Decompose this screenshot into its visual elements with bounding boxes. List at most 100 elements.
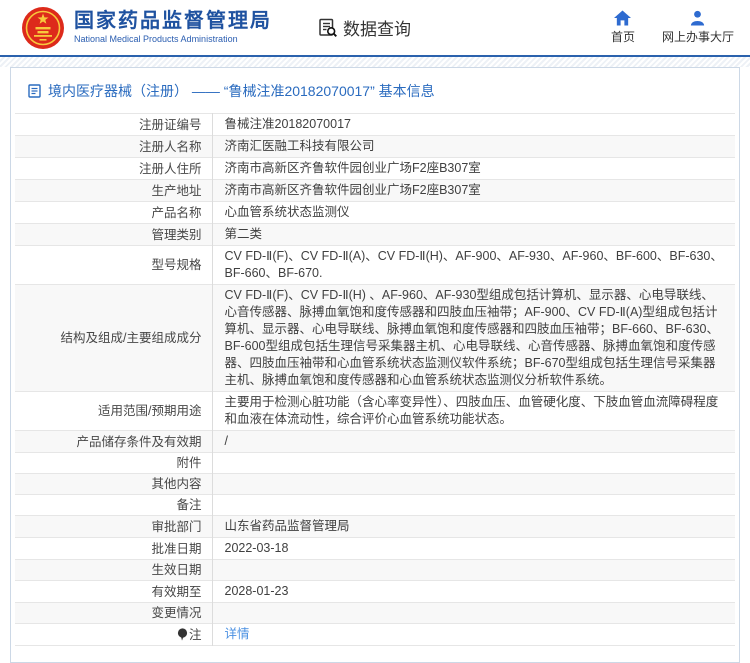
- table-row: 附件: [15, 452, 735, 474]
- row-label-text: 注册人住所: [138, 161, 202, 176]
- row-value: 鲁械注准20182070017: [211, 113, 735, 136]
- nav-item-home[interactable]: 首页: [611, 10, 635, 45]
- table-row: 其他内容: [15, 473, 735, 495]
- row-label: 注册人名称: [15, 136, 212, 158]
- row-label-text: 产品名称: [151, 205, 202, 220]
- row-label-text: 生效日期: [151, 563, 202, 577]
- document-icon: [28, 84, 41, 98]
- table-row: 备注: [15, 494, 735, 516]
- table-row: 型号规格 CV FD-Ⅱ(F)、CV FD-Ⅱ(A)、CV FD-Ⅱ(H)、AF…: [15, 245, 735, 285]
- row-label-text: 备注: [176, 498, 202, 512]
- row-value-text: 第二类: [224, 227, 263, 241]
- note-bulb-icon: [177, 627, 188, 641]
- row-value-text: 济南市高新区齐鲁软件园创业广场F2座B307室: [224, 183, 481, 197]
- person-icon: [691, 10, 705, 26]
- table-row: 结构及组成/主要组成成分 CV FD-Ⅱ(F)、CV FD-Ⅱ(H) 、AF-9…: [15, 284, 735, 392]
- row-label-text: 生产地址: [151, 183, 202, 198]
- row-label: 型号规格: [15, 246, 212, 285]
- registration-info-table: 注册证编号 鲁械注准20182070017 注册人名称 济南汇医融工科技有限公司…: [15, 113, 735, 646]
- table-row: 产品储存条件及有效期 /: [15, 430, 735, 453]
- row-label-text: 产品储存条件及有效期: [76, 434, 202, 449]
- table-row: 注册证编号 鲁械注准20182070017: [15, 113, 735, 136]
- row-label: 产品储存条件及有效期: [15, 431, 212, 453]
- row-value: 山东省药品监督管理局: [211, 515, 735, 538]
- row-label-text: 管理类别: [151, 227, 202, 242]
- table-row: 产品名称 心血管系统状态监测仪: [15, 201, 735, 224]
- row-label: 其他内容: [15, 474, 212, 495]
- row-label: 适用范围/预期用途: [15, 392, 212, 431]
- row-label: 有效期至: [15, 581, 212, 603]
- decorative-stripe-band: [0, 57, 750, 67]
- content-panel: 境内医疗器械（注册） —— “鲁械注准20182070017” 基本信息 注册证…: [10, 67, 740, 663]
- row-value: CV FD-Ⅱ(F)、CV FD-Ⅱ(H) 、AF-960、AF-930型组成包…: [211, 284, 735, 392]
- row-label-text: 批准日期: [151, 541, 202, 556]
- row-value: 详情: [211, 623, 735, 646]
- row-value: 主要用于检测心脏功能（含心率变异性）、四肢血压、血管硬化度、下肢血管血流障碍程度…: [211, 391, 735, 431]
- top-nav: 首页 网上办事大厅: [611, 10, 734, 45]
- nav-service-hall-label: 网上办事大厅: [661, 30, 734, 44]
- document-search-icon: [319, 18, 337, 37]
- row-label-text: 有效期至: [151, 584, 202, 599]
- row-value-text: CV FD-Ⅱ(F)、CV FD-Ⅱ(A)、CV FD-Ⅱ(H)、AF-900、…: [224, 249, 723, 280]
- row-value: /: [211, 430, 735, 453]
- row-value: [211, 602, 735, 624]
- data-query-button[interactable]: 数据查询: [318, 15, 411, 40]
- table-row: 注册人名称 济南汇医融工科技有限公司: [15, 135, 735, 158]
- table-row: 生效日期: [15, 559, 735, 581]
- row-label-text: 型号规格: [151, 258, 202, 272]
- table-row: 审批部门 山东省药品监督管理局: [15, 515, 735, 538]
- row-label-text: 其他内容: [151, 477, 202, 491]
- row-label: 注册人住所: [15, 158, 212, 180]
- row-value-text: 山东省药品监督管理局: [224, 519, 350, 533]
- table-row: 管理类别 第二类: [15, 223, 735, 246]
- row-label-text: 注: [188, 627, 202, 642]
- row-value-text: /: [224, 434, 228, 448]
- home-icon: [614, 10, 632, 26]
- row-value: 济南市高新区齐鲁软件园创业广场F2座B307室: [211, 157, 735, 180]
- row-label: 生产地址: [15, 180, 212, 202]
- info-table-body: 注册证编号 鲁械注准20182070017 注册人名称 济南汇医融工科技有限公司…: [15, 113, 735, 646]
- table-row: 注 详情: [15, 623, 735, 646]
- nav-home-label: 首页: [610, 30, 635, 44]
- row-label: 结构及组成/主要组成成分: [15, 285, 212, 392]
- row-value-text: 济南市高新区齐鲁软件园创业广场F2座B307室: [224, 161, 481, 175]
- row-label-text: 审批部门: [151, 519, 202, 534]
- row-label: 注册证编号: [15, 114, 212, 136]
- row-value-text: 主要用于检测心脏功能（含心率变异性）、四肢血压、血管硬化度、下肢血管血流障碍程度…: [224, 395, 719, 426]
- row-label: 批准日期: [15, 538, 212, 560]
- nav-item-service-hall[interactable]: 网上办事大厅: [662, 10, 734, 45]
- row-label: 附件: [15, 453, 212, 474]
- row-label-text: 注册证编号: [138, 117, 202, 132]
- data-query-label: 数据查询: [343, 20, 411, 39]
- row-label-text: 变更情况: [151, 606, 202, 620]
- row-value: 济南市高新区齐鲁软件园创业广场F2座B307室: [211, 179, 735, 202]
- row-label: 产品名称: [15, 202, 212, 224]
- row-value: 心血管系统状态监测仪: [211, 201, 735, 224]
- table-row: 注册人住所 济南市高新区齐鲁软件园创业广场F2座B307室: [15, 157, 735, 180]
- table-row: 变更情况: [15, 602, 735, 624]
- row-label: 变更情况: [15, 603, 212, 624]
- row-label: 审批部门: [15, 516, 212, 538]
- row-value: [211, 473, 735, 495]
- detail-link[interactable]: 详情: [225, 627, 250, 641]
- row-value-text: 济南汇医融工科技有限公司: [224, 139, 375, 153]
- breadcrumb: 境内医疗器械（注册） —— “鲁械注准20182070017” 基本信息: [11, 68, 739, 113]
- row-value: [211, 494, 735, 516]
- row-label-text: 结构及组成/主要组成成分: [60, 331, 202, 345]
- row-value: 2028-01-23: [211, 580, 735, 603]
- row-value-text: 鲁械注准20182070017: [224, 117, 351, 131]
- row-label-text: 附件: [176, 456, 202, 470]
- row-value: 第二类: [211, 223, 735, 246]
- breadcrumb-text: 境内医疗器械（注册） —— “鲁械注准20182070017” 基本信息: [48, 83, 435, 99]
- table-row: 生产地址 济南市高新区齐鲁软件园创业广场F2座B307室: [15, 179, 735, 202]
- table-row: 适用范围/预期用途 主要用于检测心脏功能（含心率变异性）、四肢血压、血管硬化度、…: [15, 391, 735, 431]
- row-value-text: 2022-03-18: [224, 541, 289, 555]
- row-value-text: CV FD-Ⅱ(F)、CV FD-Ⅱ(H) 、AF-960、AF-930型组成包…: [224, 288, 719, 387]
- row-label: 备注: [15, 495, 212, 516]
- row-label: 注: [15, 624, 212, 646]
- org-name-cn: 国家药品监督管理局: [74, 10, 272, 33]
- table-row: 批准日期 2022-03-18: [15, 537, 735, 560]
- nmpa-logo[interactable]: 国家药品监督管理局 National Medical Products Admi…: [21, 6, 272, 50]
- row-value: 济南汇医融工科技有限公司: [211, 135, 735, 158]
- row-value: 2022-03-18: [211, 537, 735, 560]
